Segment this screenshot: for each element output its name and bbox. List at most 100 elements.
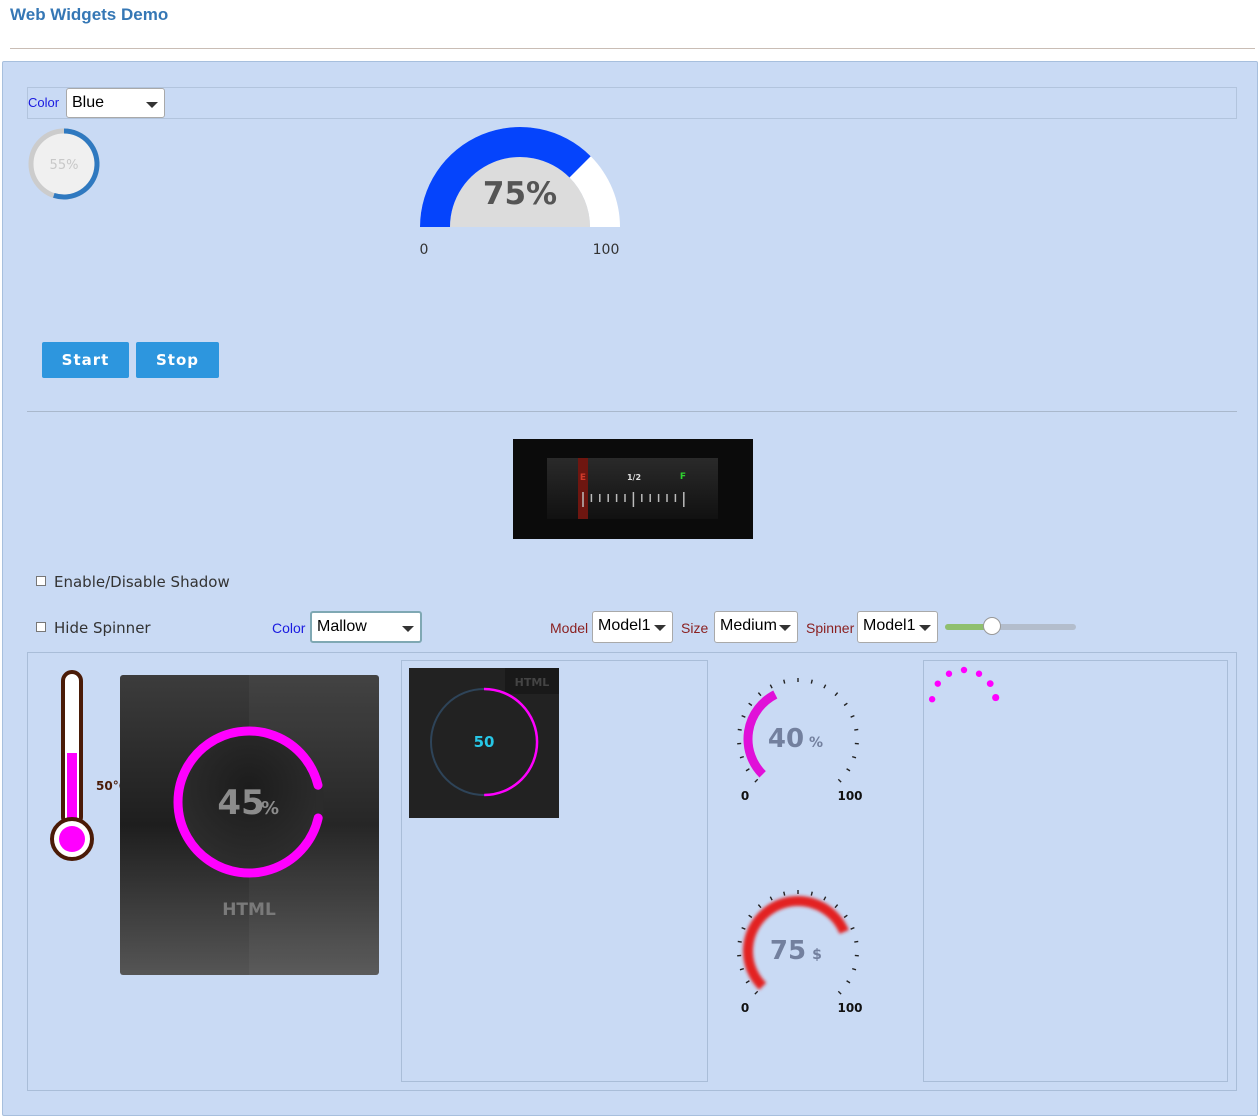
spinner-dot [945,670,953,677]
percent-gauge-max: 100 [837,789,862,803]
fuel-empty-zone [578,458,588,519]
gauge-tick [748,914,753,919]
gauge-tick [783,891,786,896]
color-row [27,87,1237,119]
gauge-tick [769,684,773,689]
spinner-select-value: Model1 [863,617,916,634]
section-divider [27,411,1237,412]
hide-spinner-checkbox[interactable] [36,622,46,632]
hide-spinner-checkbox-label: Hide Spinner [54,619,151,637]
fuel-gauge: E 1/2 F [513,439,753,539]
mallow-color-select[interactable]: Mallow [310,611,422,643]
title-divider [10,48,1255,49]
gauge-tick [757,904,762,909]
stop-button[interactable]: Stop [136,342,219,378]
spinner-select[interactable]: Model1 [857,611,938,643]
gauge-tick [843,702,848,707]
model-label: Model [550,620,589,636]
size-select[interactable]: Medium [714,611,798,643]
gauge-tick [745,768,750,772]
color-select[interactable]: Blue [66,88,165,118]
spinner-dot [934,680,941,687]
start-button[interactable]: Start [42,342,129,378]
chevron-down-icon [919,625,931,631]
gauge-tick [823,684,827,689]
color-label: Color [28,95,60,110]
ring-progress-text: 55% [50,158,79,173]
chevron-down-icon [654,625,666,631]
big-dial: 45 % HTML [120,675,379,975]
thermometer-bulb [59,826,85,852]
gauge-tick [741,715,746,718]
gauge-tick [846,768,851,772]
gauge-tick [851,967,857,971]
loading-spinner [928,666,1000,703]
page-title: Web Widgets Demo [10,5,169,24]
chevron-down-icon [402,626,414,632]
gauge-tick [850,715,855,718]
fuel-full-label: F [680,472,686,482]
gauge-tick [739,967,745,971]
ring-progress: 55% [28,128,100,200]
model-select[interactable]: Model1 [592,611,673,643]
spinner-dot [986,680,994,688]
small-dial-badge: HTML [515,676,550,689]
small-dial: HTML 50 [409,668,559,818]
percent-gauge-min: 0 [741,789,749,803]
percent-gauge-unit: % [809,735,823,751]
gauge-tick [837,778,842,783]
shadow-checkbox-label: Enable/Disable Shadow [54,573,230,591]
dollar-gauge-value: 75 [770,936,806,966]
mallow-color-select-value: Mallow [317,618,367,635]
spinner-container [923,660,1228,1082]
gauge-tick [739,755,745,759]
big-dial-unit: % [261,798,279,819]
gauge-tick [769,896,773,901]
gauge-tick [810,679,813,684]
dollar-gauge: 75 $ 0 100 [737,890,863,1015]
size-slider[interactable] [945,617,1076,635]
gauge-tick [754,990,759,995]
size-label: Size [681,620,709,636]
percent-gauge-value: 40 [768,724,804,754]
gauge-tick [783,679,786,684]
gauge-tick [834,692,839,697]
dollar-gauge-unit: $ [812,947,822,963]
mallow-color-label: Color [272,620,306,636]
percent-gauge: 40 % 0 100 [737,678,863,803]
gauge-tick [834,904,839,909]
gauge-tick [737,940,742,943]
spinner-dot [960,666,968,674]
gauge-tick [745,980,750,984]
gauge-tick [757,692,762,697]
gauge-tick [741,927,746,930]
gauge-tick [850,927,855,930]
fuel-empty-label: E [580,473,586,483]
half-gauge-max: 100 [593,242,620,258]
gauge-tick [737,728,742,731]
gauge-tick [748,702,753,707]
fuel-half-label: 1/2 [627,473,641,482]
spinner-dot [928,696,936,703]
color-select-value: Blue [72,94,105,111]
gauge-tick [854,728,859,731]
half-gauge-value: 75% [483,176,557,212]
model-select-value: Model1 [598,617,651,634]
spinner-dot [992,693,1000,702]
gauge-tick [846,980,851,984]
dollar-gauge-max: 100 [837,1001,862,1015]
gauge-tick [823,896,827,901]
chevron-down-icon [779,625,791,631]
big-dial-caption: HTML [222,900,276,920]
gauge-tick [854,940,859,943]
half-gauge-min: 0 [420,242,429,258]
gauge-tick [837,990,842,995]
spinner-label: Spinner [806,620,855,636]
chevron-down-icon [146,102,158,108]
spinner-dot [975,670,983,677]
gauge-tick [810,891,813,896]
gauge-tick [843,914,848,919]
shadow-checkbox[interactable] [36,576,46,586]
gauge-tick [851,755,857,759]
dollar-gauge-min: 0 [741,1001,749,1015]
